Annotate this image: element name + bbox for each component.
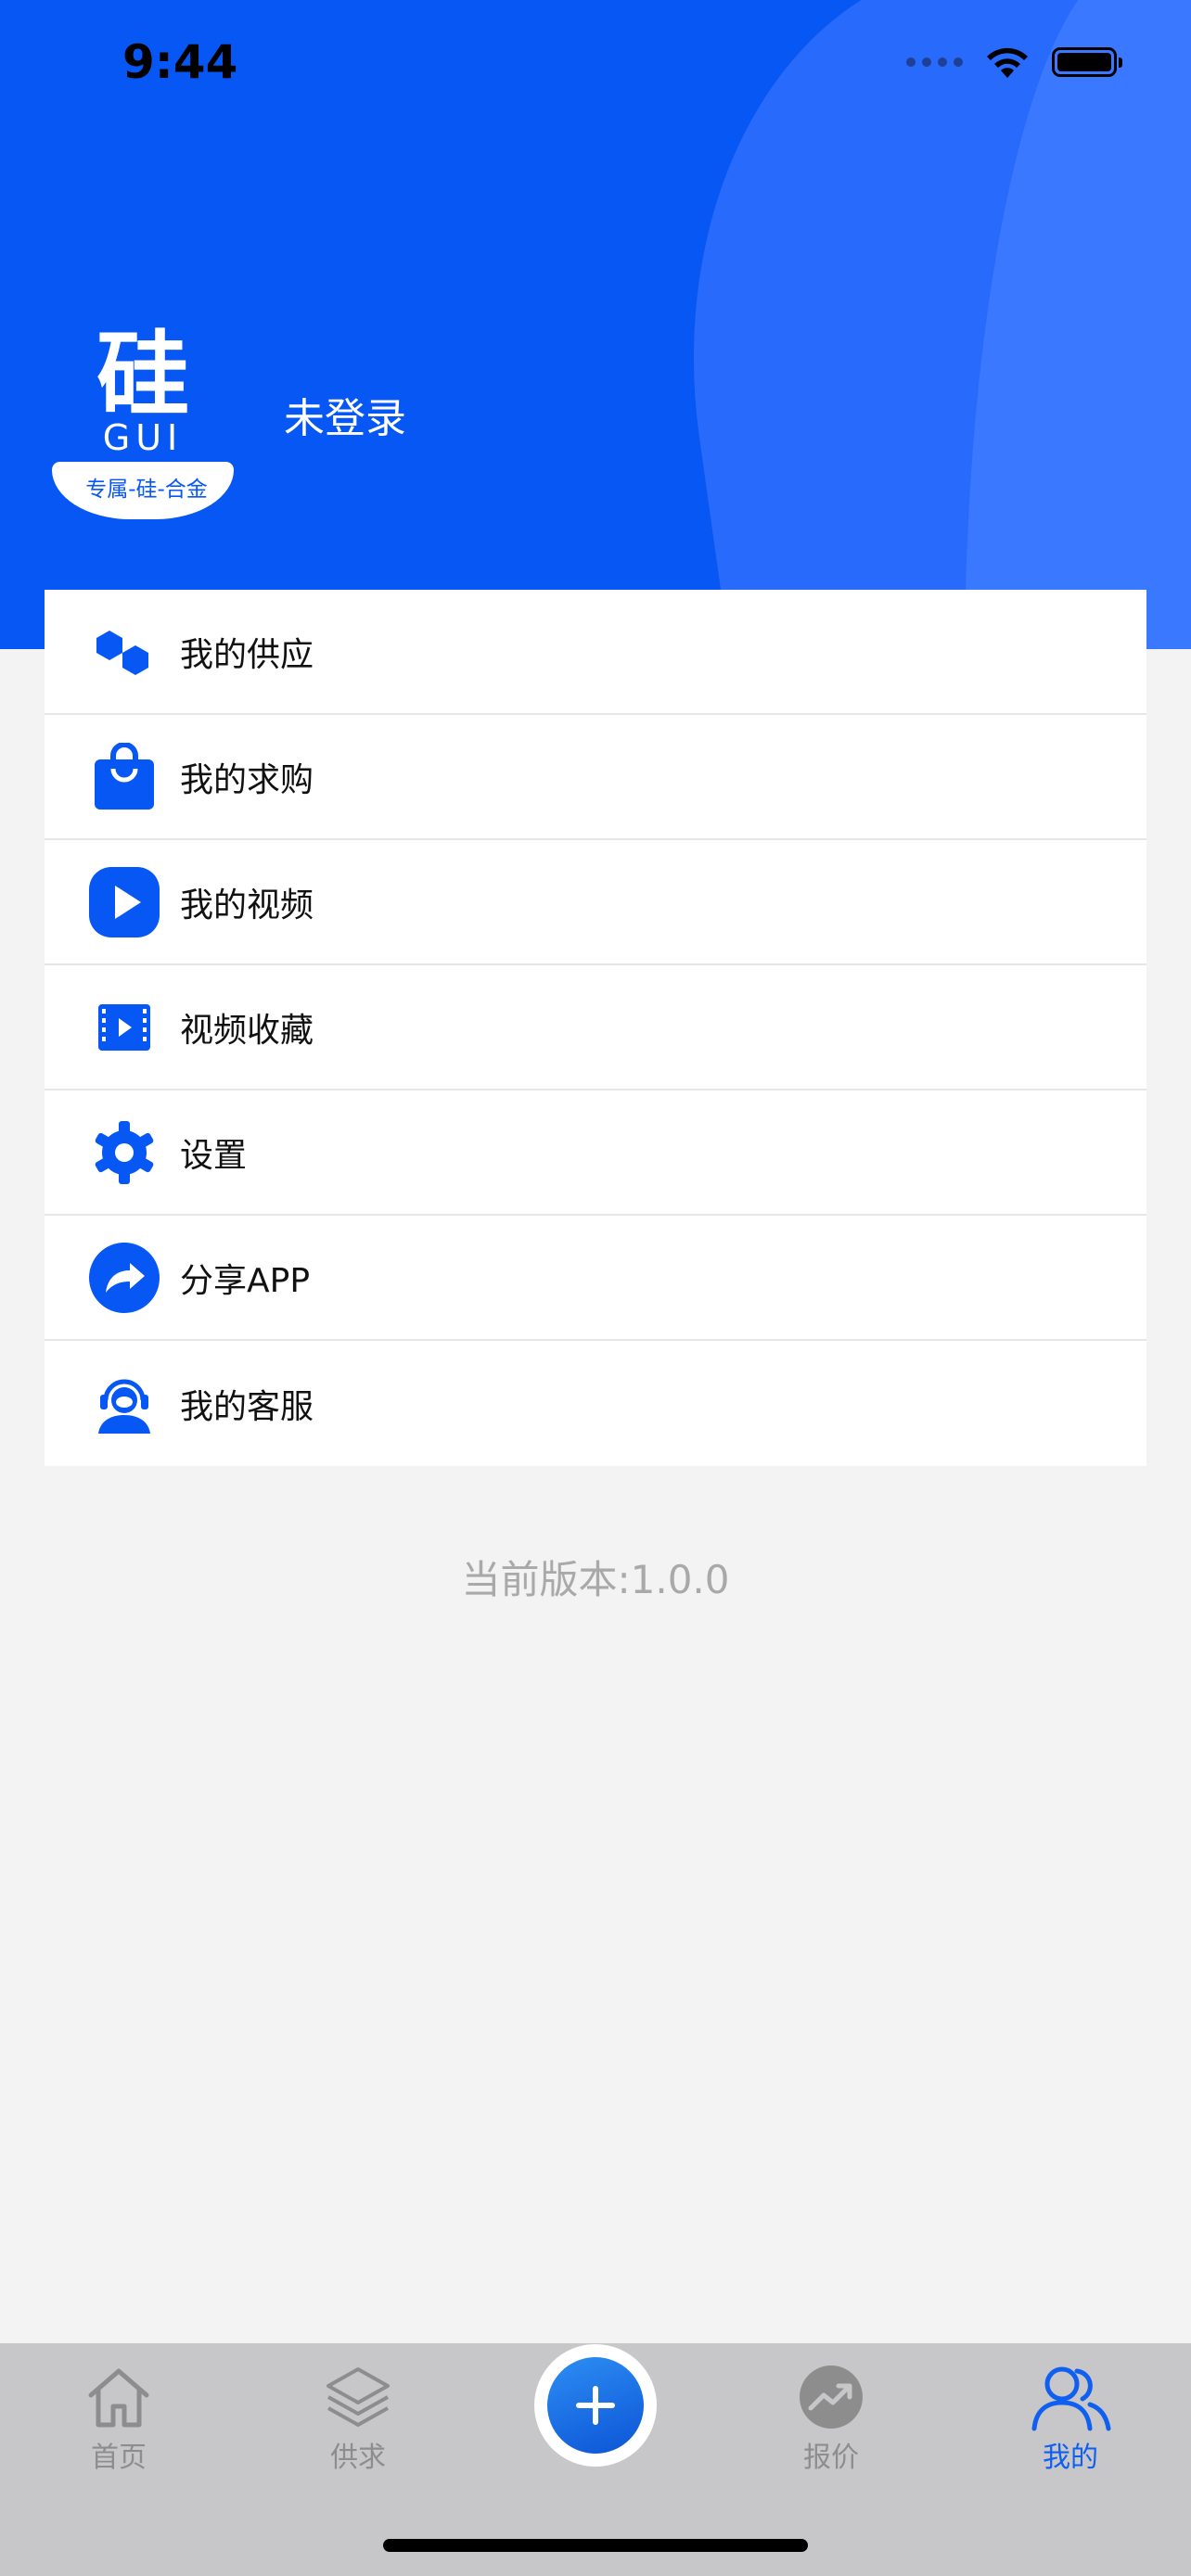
status-icons [906,45,1122,80]
logo-banner: 专属-硅-合金 [52,462,234,519]
menu-list: 我的供应 我的求购 我的视频 视频收藏 设置 分享APP 我的客服 [45,590,1146,1466]
app-logo: 硅 GUI 专属-硅-合金 [52,325,234,519]
layers-icon [327,2367,390,2427]
logo-latin: GUI [102,417,184,458]
menu-item-my-supply[interactable]: 我的供应 [45,590,1146,715]
hexagons-icon [87,615,161,689]
menu-label: 我的客服 [180,1387,314,1426]
cellular-signal-icon [906,57,963,67]
menu-item-my-purchase[interactable]: 我的求购 [45,715,1146,840]
shopping-bag-icon [87,740,161,814]
status-time: 9:44 [122,35,238,89]
tab-label: 报价 [803,2442,859,2474]
menu-item-my-videos[interactable]: 我的视频 [45,840,1146,965]
app-version: 当前版本:1.0.0 [461,1557,730,1602]
menu-item-settings[interactable]: 设置 [45,1090,1146,1216]
menu-label: 视频收藏 [180,1011,314,1050]
menu-label: 分享APP [180,1261,311,1300]
add-post-button[interactable] [534,2344,657,2467]
play-icon [87,865,161,939]
login-status[interactable]: 未登录 [284,385,406,444]
gear-icon [87,1116,161,1190]
tab-label: 供求 [330,2442,386,2474]
menu-item-customer-service[interactable]: 我的客服 [45,1341,1146,1466]
menu-label: 我的视频 [180,886,314,925]
trend-icon [800,2366,863,2429]
logo-character: 硅 [96,321,189,429]
logo-slogan: 专属-硅-合金 [85,478,208,502]
share-icon [87,1241,161,1315]
menu-item-video-favorites[interactable]: 视频收藏 [45,965,1146,1090]
tab-quotes[interactable]: 报价 [766,2362,896,2475]
wifi-icon [987,47,1028,78]
tab-mine[interactable]: 我的 [1005,2362,1135,2475]
film-icon [87,990,161,1065]
menu-item-share-app[interactable]: 分享APP [45,1216,1146,1341]
headset-icon [87,1367,161,1441]
home-indicator [383,2539,808,2552]
home-icon [88,2368,149,2428]
plus-icon [547,2357,644,2454]
tab-label: 首页 [91,2442,147,2474]
battery-icon [1052,47,1122,77]
tab-label: 我的 [1043,2442,1098,2474]
profile-header: 9:44 硅 GUI 专属-硅-合金 未登录 [0,0,1191,649]
menu-label: 我的供应 [180,635,314,674]
tab-home[interactable]: 首页 [54,2362,184,2475]
users-icon [1031,2366,1111,2431]
menu-label: 设置 [180,1136,248,1175]
tab-supply-demand[interactable]: 供求 [293,2362,423,2475]
menu-label: 我的求购 [180,760,314,799]
